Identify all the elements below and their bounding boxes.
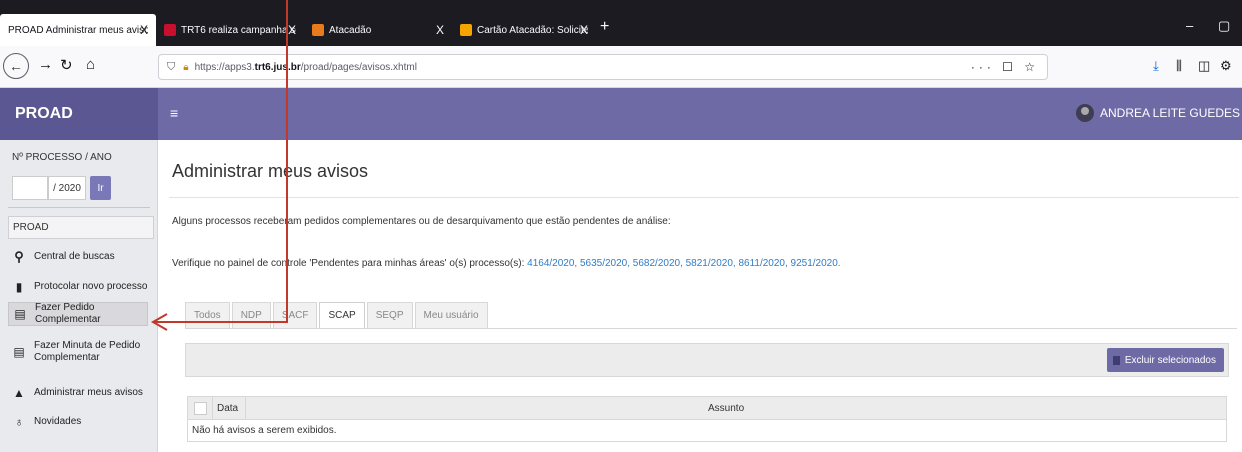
sidebar-item-fazer-minuta[interactable]: ▤ Fazer Minuta de Pedido Complementar xyxy=(8,335,148,369)
sidebar-item-protocolar[interactable]: ▮ Protocolar novo processo xyxy=(8,276,148,298)
menu-toggle-icon[interactable]: ≡ xyxy=(170,105,178,121)
notices-table: Data Assunto Não há avisos a serem exibi… xyxy=(187,396,1227,442)
browser-tab-proad[interactable]: PROAD Administrar meus avisos X xyxy=(0,14,156,46)
url-prefix: https://apps3. xyxy=(194,61,255,73)
warning-icon: ▲ xyxy=(13,386,25,400)
process-links[interactable]: 4164/2020, 5635/2020, 5682/2020, 5821/20… xyxy=(527,258,840,269)
tab-scap[interactable]: SCAP xyxy=(319,302,365,328)
sidebar-item-administrar-avisos[interactable]: ▲ Administrar meus avisos xyxy=(8,384,148,402)
tab-todos[interactable]: Todos xyxy=(185,302,230,328)
extension-icon[interactable]: ⚙ xyxy=(1220,58,1232,74)
column-divider xyxy=(212,397,213,419)
select-all-checkbox[interactable] xyxy=(194,402,207,415)
tabs-underline xyxy=(185,328,1237,329)
main-content: Administrar meus avisos Alguns processos… xyxy=(159,140,1242,452)
mail-favicon-icon xyxy=(164,24,176,36)
sidebar-item-label: Protocolar novo processo xyxy=(34,281,148,292)
delete-selected-button[interactable]: Excluir selecionados xyxy=(1106,348,1224,372)
process-number-input[interactable] xyxy=(12,176,48,200)
forward-icon[interactable]: → xyxy=(38,56,53,73)
user-name: ANDREA LEITE GUEDES PEREIRA xyxy=(1100,106,1242,120)
sidebar-item-central-de-buscas[interactable]: ⚲ Central de buscas xyxy=(8,246,148,268)
file-icon: ▮ xyxy=(15,280,23,294)
filter-tabs: Todos NDP SACF SCAP SEQP Meu usuário xyxy=(185,302,490,328)
atacadao-favicon-icon xyxy=(312,24,324,36)
tab-close-icon[interactable]: X xyxy=(580,23,588,37)
sidebar-item-label: Fazer Pedido Complementar xyxy=(35,302,101,325)
new-tab-button[interactable]: + xyxy=(600,18,609,36)
home-icon[interactable]: ⌂ xyxy=(86,56,95,73)
tab-seqp[interactable]: SEQP xyxy=(366,302,413,328)
user-avatar-icon xyxy=(1076,104,1094,122)
go-button[interactable]: Ir xyxy=(90,176,111,200)
minimize-button[interactable]: – xyxy=(1186,18,1193,33)
divider xyxy=(8,207,150,208)
tab-sacf[interactable]: SACF xyxy=(272,302,318,328)
column-divider xyxy=(245,397,246,419)
back-icon[interactable]: ← xyxy=(3,53,29,79)
tab-close-icon[interactable]: X xyxy=(288,23,296,37)
process-label: Nº PROCESSO / ANO xyxy=(12,152,112,163)
reload-icon[interactable]: ↻ xyxy=(60,56,73,74)
tab-title: PROAD Administrar meus avisos xyxy=(8,24,148,36)
sidebar-item-fazer-pedido[interactable]: ▤ Fazer Pedido Complementar xyxy=(8,302,148,326)
page-title: Administrar meus avisos xyxy=(172,161,369,181)
tab-close-icon[interactable]: X xyxy=(140,23,148,37)
browser-tab-cartao[interactable]: Cartão Atacadão: Solicite Seu C X xyxy=(452,14,596,46)
delete-selected-label: Excluir selecionados xyxy=(1124,354,1216,366)
trash-icon xyxy=(1112,355,1120,365)
page-actions-icons[interactable]: ··· ☐ ☆ xyxy=(971,60,1039,74)
column-header-assunto[interactable]: Assunto xyxy=(708,403,744,414)
document-icon: ▤ xyxy=(13,345,25,359)
sidebar-item-label: Novidades xyxy=(34,416,82,427)
document-icon: ▤ xyxy=(14,307,26,321)
cartao-favicon-icon xyxy=(460,24,472,36)
tab-title: TRT6 realiza campanha solidári xyxy=(181,24,296,36)
pending-message: Alguns processos receberam pedidos compl… xyxy=(172,216,671,227)
sidebar-item-label: Administrar meus avisos xyxy=(34,387,143,398)
sidebar: Nº PROCESSO / ANO / 2020 Ir PROAD ⚲ Cent… xyxy=(0,140,158,452)
sidebar-item-label: Fazer Minuta de Pedido Complementar xyxy=(34,340,141,363)
address-bar[interactable]: ⛉ 🔒︎ https://apps3. trt6.jus.br/proad/pag… xyxy=(158,54,1048,80)
tab-title: Atacadão xyxy=(329,24,372,36)
empty-table-message: Não há avisos a serem exibidos. xyxy=(187,420,1227,442)
table-header: Data Assunto xyxy=(187,396,1227,420)
divider xyxy=(169,197,1239,198)
column-header-data[interactable]: Data xyxy=(217,403,238,414)
search-icon: ⚲ xyxy=(14,249,24,264)
browser-nav-bar: ← → ↻ ⌂ ⛉ 🔒︎ https://apps3. trt6.jus.br/p… xyxy=(0,46,1242,88)
sidebar-section-proad[interactable]: PROAD xyxy=(8,216,154,239)
sidebar-item-novidades[interactable]: ♁ Novidades xyxy=(8,412,148,432)
app-brand[interactable]: PROAD xyxy=(0,88,158,140)
download-icon[interactable]: ⤓ xyxy=(1153,58,1159,74)
app-header: PROAD ≡ ANDREA LEITE GUEDES PEREIRA xyxy=(0,88,1242,140)
browser-tab-bar: PROAD Administrar meus avisos X TRT6 rea… xyxy=(0,0,1242,46)
tab-title: Cartão Atacadão: Solicite Seu C xyxy=(477,24,588,36)
lock-icon[interactable]: 🔒︎ xyxy=(183,62,188,73)
tab-meu-usuario[interactable]: Meu usuário xyxy=(414,302,488,328)
sidebar-item-label: Central de buscas xyxy=(34,251,115,262)
sidebar-icon[interactable]: ◫ xyxy=(1198,58,1210,74)
grid-toolbar: Excluir selecionados xyxy=(185,343,1229,377)
browser-tab-trt6[interactable]: TRT6 realiza campanha solidári X xyxy=(156,14,304,46)
url-host: trt6.jus.br xyxy=(254,61,301,73)
process-year-input[interactable]: / 2020 xyxy=(48,176,86,200)
tab-close-icon[interactable]: X xyxy=(436,23,444,37)
browser-tab-atacadao[interactable]: Atacadão X xyxy=(304,14,452,46)
url-path: /proad/pages/avisos.xhtml xyxy=(300,61,417,73)
user-menu[interactable]: ANDREA LEITE GUEDES PEREIRA xyxy=(1076,104,1242,122)
tab-ndp[interactable]: NDP xyxy=(231,302,271,328)
lightbulb-icon: ♁ xyxy=(14,415,24,429)
shield-icon[interactable]: ⛉ xyxy=(167,61,175,74)
library-icon[interactable]: ⫼ xyxy=(1176,58,1182,74)
restore-button[interactable]: ▢ xyxy=(1218,18,1230,34)
verify-message: Verifique no painel de controle 'Pendent… xyxy=(172,258,841,269)
verify-message-text: Verifique no painel de controle 'Pendent… xyxy=(172,258,528,269)
